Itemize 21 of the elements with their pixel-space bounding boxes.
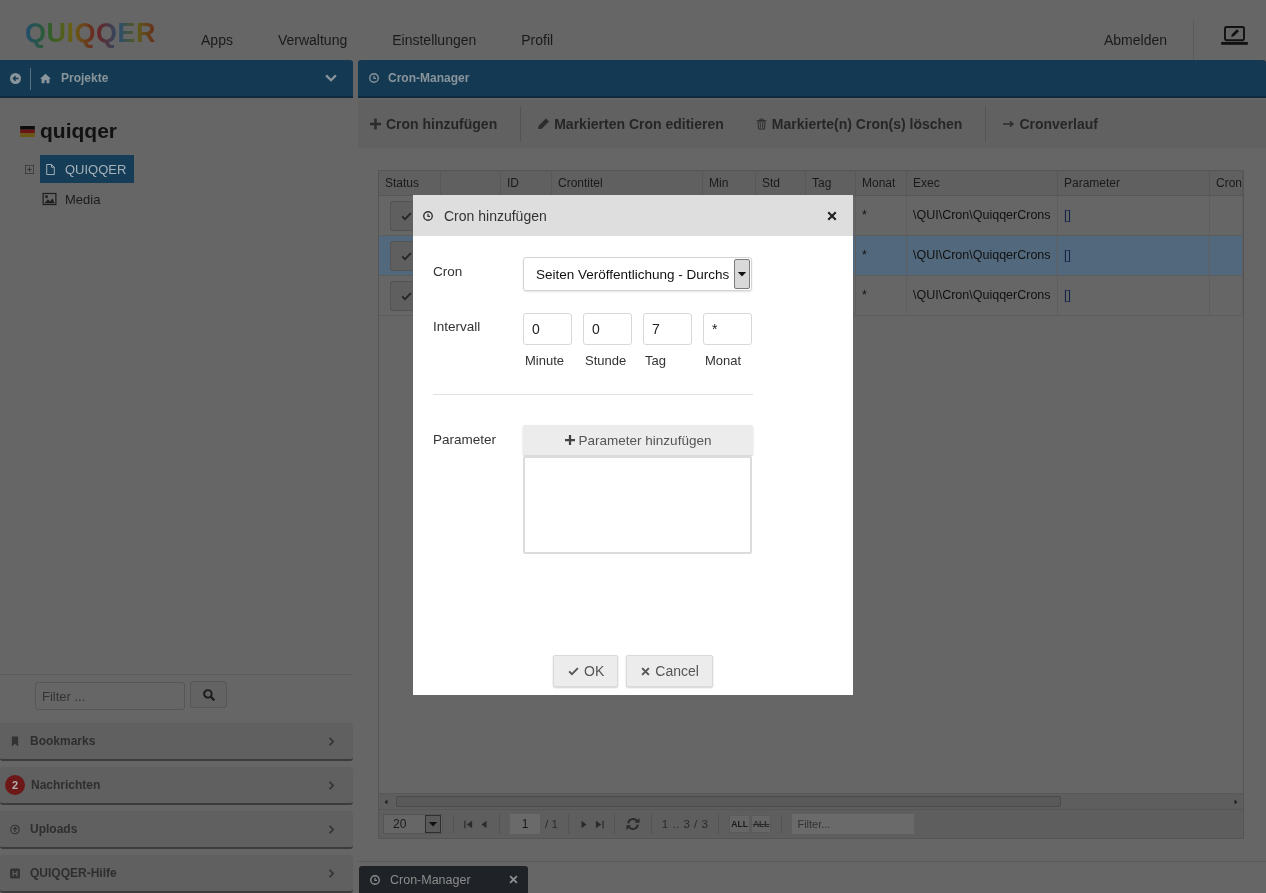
field-label: Cron [433, 263, 464, 279]
field-label: Intervall [433, 318, 482, 334]
field-caption: Minute [525, 353, 566, 368]
field-caption: Monat [705, 353, 743, 368]
table-cell: [] [1064, 208, 1071, 222]
table-cell: [] [1064, 288, 1071, 302]
panel-title: Projekte [61, 71, 109, 85]
field-caption: Stunde [585, 353, 628, 368]
count-badge: 2 [5, 775, 25, 795]
table-cell: * [862, 288, 867, 302]
table-cell: \QUI\Cron\QuiqqerCrons [913, 208, 1051, 222]
field-label: Parameter [433, 431, 498, 447]
table-cell: \QUI\Cron\QuiqqerCrons [913, 248, 1051, 262]
panel-title: Cron-Manager [388, 71, 470, 85]
dialog-title: Cron hinzufügen [444, 207, 547, 224]
tab-label: Cron-Manager [390, 872, 471, 887]
table-cell: * [862, 208, 867, 222]
table-cell: \QUI\Cron\QuiqqerCrons [913, 288, 1051, 302]
table-cell: [] [1064, 248, 1071, 262]
field-caption: Tag [645, 353, 667, 368]
table-cell: * [862, 248, 867, 262]
